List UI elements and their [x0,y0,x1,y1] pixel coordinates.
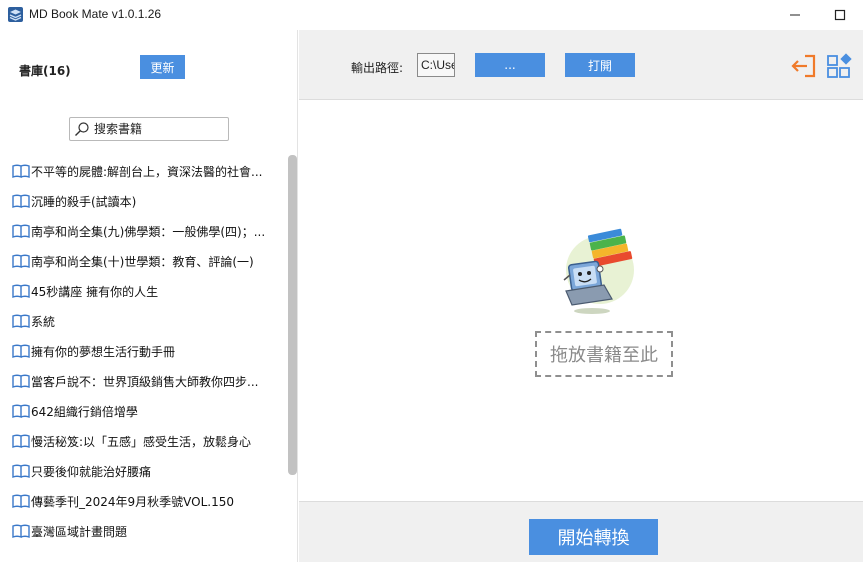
book-title: 642組織行銷倍增學 [31,404,138,419]
top-toolbar: 輸出路徑: C:\Use ... 打開 [299,30,863,100]
library-sidebar: 書庫(16) 更新 不平等的屍體:解剖台上，資深法醫的社會... 沉睡的殺手(試讀… [0,30,298,562]
book-title: 系統 [31,314,56,329]
browse-button[interactable]: ... [475,53,545,77]
book-title: 擁有你的夢想生活行動手冊 [31,344,176,359]
book-title: 南亭和尚全集(九)佛學類：一般佛學(四)；... [31,224,266,239]
book-icon [12,494,30,508]
book-icon [12,194,30,208]
book-list: 不平等的屍體:解剖台上，資深法醫的社會... 沉睡的殺手(試讀本) 南亭和尚全集(九… [12,156,282,546]
refresh-button[interactable]: 更新 [140,55,185,79]
book-title: 慢活秘笈:以「五感」感受生活，放鬆身心 [31,434,252,449]
sidebar-scrollbar[interactable] [288,155,297,475]
book-icon [12,254,30,268]
book-title: 不平等的屍體:解剖台上，資深法醫的社會... [31,164,263,179]
drop-zone[interactable]: 拖放書籍至此 [535,331,673,377]
book-icon [12,224,30,238]
search-icon [75,122,89,136]
title-bar: MD Book Mate v1.0.1.26 [0,0,863,30]
book-item[interactable]: 南亭和尚全集(九)佛學類：一般佛學(四)；... [12,216,282,246]
output-path-label: 輸出路徑: [351,61,404,75]
book-title: 當客戶說不：世界頂級銷售大師教你四步... [31,374,259,389]
start-convert-button[interactable]: 開始轉換 [529,519,658,555]
output-path-field[interactable]: C:\Use [417,53,455,77]
library-title: 書庫(16) [19,64,71,78]
book-icon [12,164,30,178]
minimize-button[interactable] [772,0,818,30]
book-item[interactable]: 慢活秘笈:以「五感」感受生活，放鬆身心 [12,426,282,456]
open-folder-button[interactable]: 打開 [565,53,635,77]
exit-icon[interactable] [791,52,819,80]
bottom-bar: 開始轉換 [299,501,863,562]
book-item[interactable]: 臺灣區域計畫問題 [12,516,282,546]
book-title: 臺灣區域計畫問題 [31,524,128,539]
book-item[interactable]: 642組織行銷倍增學 [12,396,282,426]
book-icon [12,314,30,328]
book-title: 傳藝季刊_2024年9月秋季號VOL.150 [31,494,235,509]
apps-grid-icon[interactable] [826,52,854,80]
book-icon [12,284,30,298]
search-input[interactable] [94,122,219,136]
books-computer-illustration [563,228,634,314]
book-item[interactable]: 擁有你的夢想生活行動手冊 [12,336,282,366]
book-item[interactable]: 系統 [12,306,282,336]
maximize-button[interactable] [817,0,863,30]
book-icon [12,404,30,418]
book-item[interactable]: 只要後仰就能治好腰痛 [12,456,282,486]
book-title: 45秒講座 擁有你的人生 [31,284,159,299]
book-title: 南亭和尚全集(十)世學類：教育、評論(一) [31,254,254,269]
minimize-icon [790,14,800,16]
book-icon [12,344,30,358]
book-item[interactable]: 不平等的屍體:解剖台上，資深法醫的社會... [12,156,282,186]
maximize-icon [834,9,846,21]
drop-area[interactable]: 拖放書籍至此 [299,100,863,501]
search-box[interactable] [69,117,229,141]
book-title: 只要後仰就能治好腰痛 [31,464,152,479]
book-icon [12,374,30,388]
book-item[interactable]: 當客戶說不：世界頂級銷售大師教你四步... [12,366,282,396]
book-icon [12,524,30,538]
window-title: MD Book Mate v1.0.1.26 [29,7,162,21]
book-title: 沉睡的殺手(試讀本) [31,194,137,209]
app-logo-icon [8,7,23,22]
book-item[interactable]: 沉睡的殺手(試讀本) [12,186,282,216]
book-item[interactable]: 45秒講座 擁有你的人生 [12,276,282,306]
book-icon [12,434,30,448]
book-item[interactable]: 傳藝季刊_2024年9月秋季號VOL.150 [12,486,282,516]
book-icon [12,464,30,478]
book-item[interactable]: 南亭和尚全集(十)世學類：教育、評論(一) [12,246,282,276]
